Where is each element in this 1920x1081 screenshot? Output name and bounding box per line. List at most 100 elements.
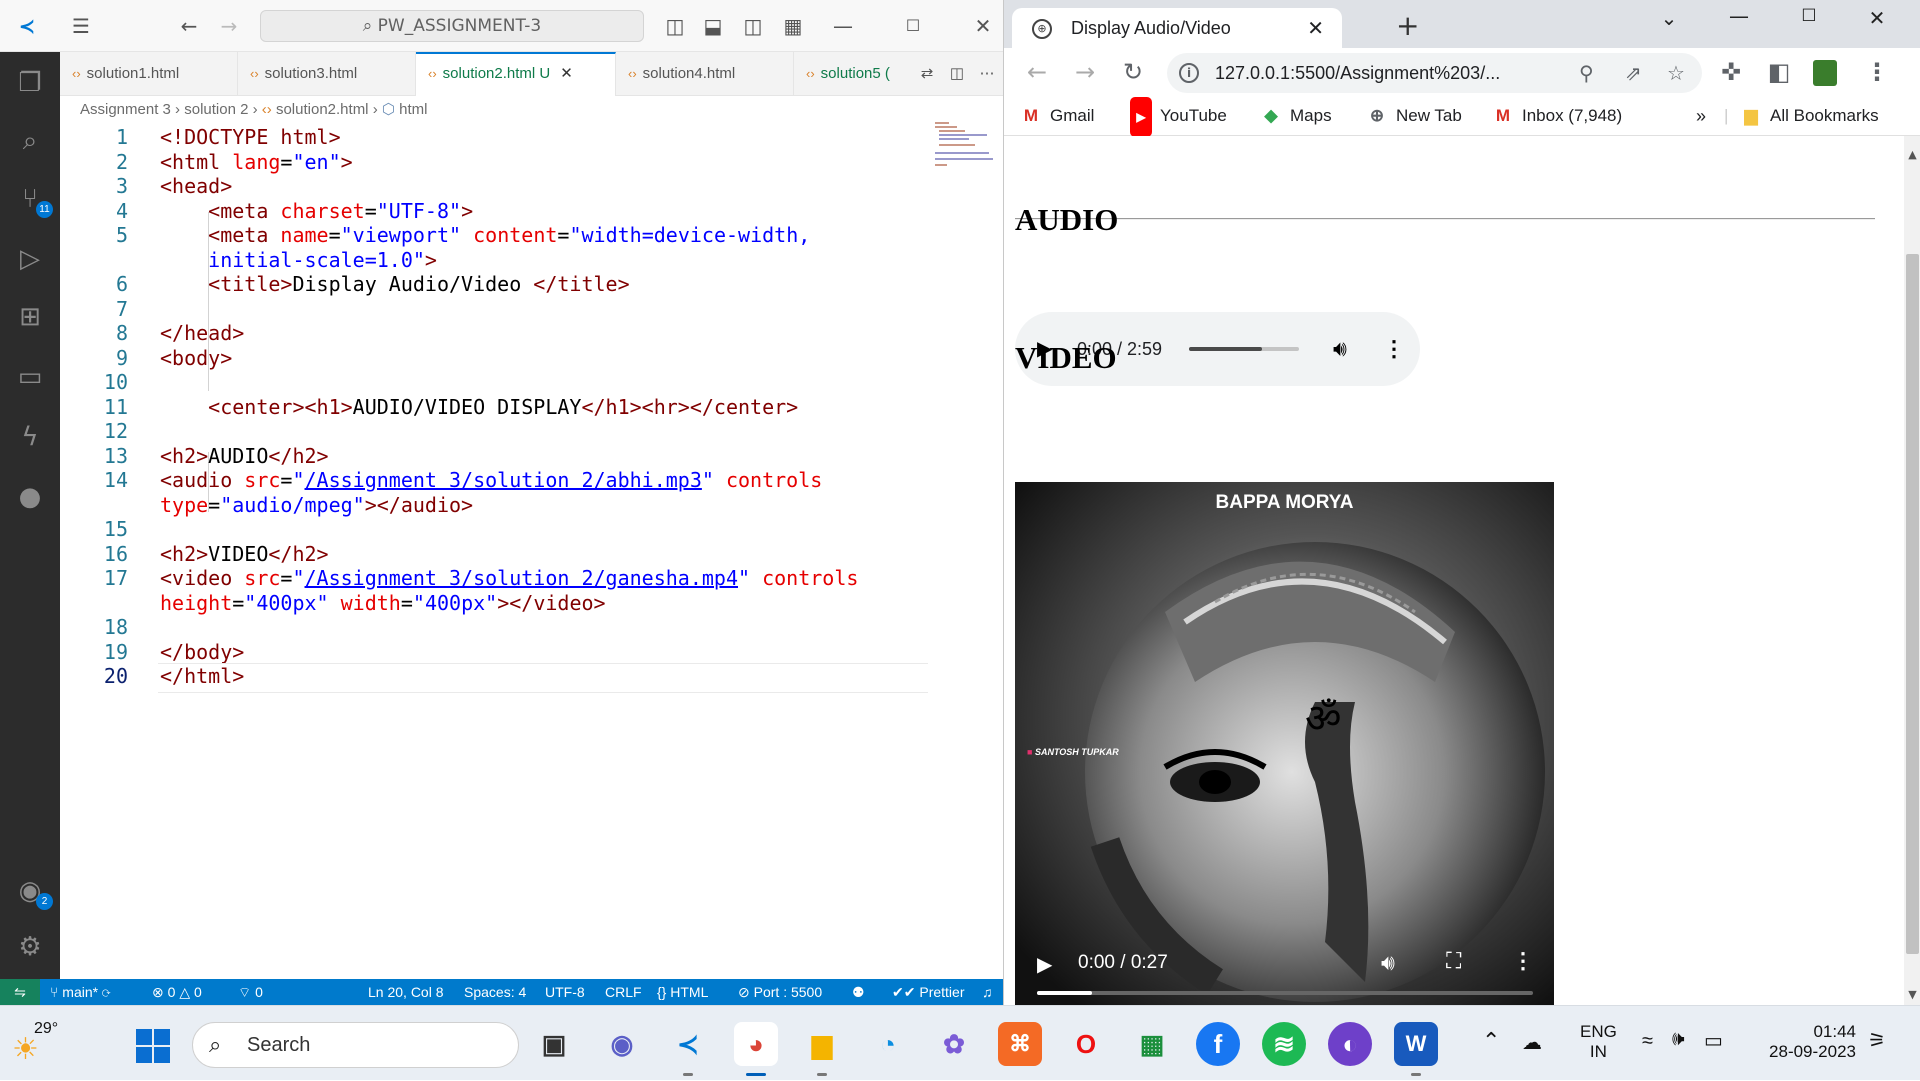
minimize-icon[interactable]: — (830, 13, 856, 39)
menu-icon[interactable]: ☰ (68, 13, 94, 39)
all-bookmarks-folder[interactable]: ▆ All Bookmarks (1740, 96, 1878, 136)
new-tab-button[interactable]: + (1396, 12, 1419, 40)
battery-icon[interactable]: ▭ (1704, 1028, 1723, 1053)
onedrive-cloud-icon[interactable]: ☁ (1522, 1030, 1542, 1055)
fullscreen-icon[interactable]: ⛶ (1446, 948, 1461, 974)
branch-indicator[interactable]: ⑂ main* ⟳ (50, 979, 110, 1005)
vscode-taskbar-icon[interactable]: ≺ (666, 1022, 710, 1076)
breadcrumb-subfolder[interactable]: solution 2 (184, 101, 248, 118)
word-icon[interactable]: W (1394, 1022, 1438, 1076)
problems-indicator[interactable]: ⊗ 0 △ 0 (152, 979, 202, 1005)
browser-tab[interactable]: ⊕ Display Audio/Video ✕ (1012, 8, 1342, 48)
reload-icon[interactable]: ↻ (1118, 48, 1148, 96)
close-tab-icon[interactable]: ✕ (560, 65, 573, 82)
ports-indicator[interactable]: ⌔ 0 (238, 979, 263, 1005)
more-options-icon[interactable]: ⋮ (1383, 312, 1405, 386)
split-editor-icon[interactable]: ◫ (942, 52, 972, 96)
chrome-taskbar-icon[interactable]: ◕ (734, 1022, 778, 1076)
teams-chat-icon[interactable]: ◉ (600, 1022, 644, 1066)
maximize-icon[interactable]: ☐ (1794, 6, 1824, 26)
show-hidden-icons-chevron-icon[interactable]: ⌃ (1482, 1028, 1500, 1054)
bookmark-youtube[interactable]: ▶ YouTube (1130, 96, 1227, 137)
video-more-options-icon[interactable]: ⋮ (1512, 948, 1534, 974)
address-bar[interactable]: i 127.0.0.1:5500/Assignment%203/... ⚲ ⇗ … (1167, 53, 1702, 93)
breadcrumb-file[interactable]: solution2.html (276, 101, 369, 118)
side-panel-icon[interactable]: ◧ (1764, 48, 1794, 96)
microsoft-store-icon[interactable]: ▦ (1130, 1022, 1174, 1066)
encoding[interactable]: UTF-8 (545, 979, 585, 1005)
taskbar-search[interactable]: ⌕ Search (192, 1022, 519, 1068)
extensions-icon[interactable]: ⊞ (13, 300, 47, 334)
breadcrumb-folder[interactable]: Assignment 3 (80, 101, 171, 118)
prettier-indicator[interactable]: ✔✔ Prettier (892, 979, 964, 1005)
site-info-icon[interactable]: i (1179, 63, 1199, 83)
manage-gear-icon[interactable]: ⚙ (13, 930, 47, 964)
close-tab-icon[interactable]: ✕ (1307, 8, 1324, 48)
back-arrow-icon[interactable]: ← (176, 13, 202, 39)
bookmark-inbox[interactable]: M Inbox (7,948) (1492, 96, 1622, 136)
task-view-icon[interactable]: ▣ (532, 1022, 576, 1066)
scrollbar-thumb[interactable] (1906, 254, 1919, 954)
tab-search-chevron-icon[interactable]: ⌄ (1654, 6, 1684, 30)
customize-layout-icon[interactable]: ▦ (780, 13, 806, 39)
video-player[interactable]: ॐ BAPPA MORYA ■ SANTOSH TUPKAR ▶ 0:00 / … (1015, 482, 1554, 1005)
video-volume-icon[interactable]: 🔊︎ (1381, 950, 1395, 976)
edge-icon[interactable]: ◔ (866, 1022, 910, 1066)
bookmark-star-icon[interactable]: ☆ (1667, 53, 1685, 93)
cursor-position[interactable]: Ln 20, Col 8 (368, 979, 444, 1005)
explorer-icon[interactable]: ❐ (13, 66, 47, 100)
more-actions-icon[interactable]: ⋯ (972, 52, 1002, 96)
end-of-line[interactable]: CRLF (605, 979, 642, 1005)
close-window-icon[interactable]: ✕ (970, 13, 996, 39)
forward-arrow-icon[interactable]: → (216, 13, 242, 39)
source-control-icon[interactable]: ⑂ 11 (13, 182, 53, 218)
remote-explorer-icon[interactable]: ▭ (13, 360, 47, 394)
bookmarks-overflow[interactable]: » (1696, 96, 1706, 136)
copilot-icon[interactable]: ⚉ (852, 979, 865, 1005)
weather-widget[interactable]: ☀ 29° (12, 1018, 72, 1068)
tab-solution5[interactable]: ‹› solution5 ( (794, 52, 924, 96)
facebook-icon[interactable]: f (1196, 1022, 1240, 1066)
forward-arrow-icon[interactable]: → (1070, 48, 1100, 96)
indentation[interactable]: Spaces: 4 (464, 979, 526, 1005)
video-play-icon[interactable]: ▶ (1037, 952, 1052, 977)
copilot-app-icon[interactable]: ✿ (932, 1022, 976, 1066)
language-mode[interactable]: {} HTML (657, 979, 708, 1005)
scroll-up-arrow-icon[interactable]: ▲ (1904, 148, 1920, 161)
notifications-bell-icon[interactable]: ♫ (982, 979, 993, 1005)
page-scrollbar[interactable]: ▲ ▼ (1904, 136, 1920, 1005)
github-desktop-icon[interactable]: ◐ (1328, 1022, 1372, 1066)
language-indicator[interactable]: ENG IN (1580, 1022, 1617, 1062)
extensions-puzzle-icon[interactable]: ✜ (1716, 48, 1746, 96)
accounts-icon[interactable]: ◉ 2 (13, 874, 53, 910)
start-button[interactable] (136, 1029, 170, 1063)
toggle-panel-icon[interactable]: ⬓ (700, 13, 726, 39)
wifi-icon[interactable]: ≈ (1642, 1030, 1653, 1053)
breadcrumb-symbol[interactable]: html (399, 101, 427, 118)
minimize-icon[interactable]: — (1724, 4, 1754, 28)
bookmark-gmail[interactable]: M Gmail (1020, 96, 1095, 136)
tab-solution3[interactable]: ‹› solution3.html (238, 52, 416, 96)
share-icon[interactable]: ⇗ (1625, 53, 1642, 93)
clock[interactable]: 01:44 28-09-2023 (1760, 1022, 1856, 1062)
code-editor[interactable]: 1 <!DOCTYPE html> 2 <html lang="en"> 3 <head>… (60, 122, 1003, 979)
bookmark-maps[interactable]: ◆ Maps (1260, 96, 1331, 136)
back-arrow-icon[interactable]: ← (1022, 48, 1052, 96)
speaker-icon[interactable]: 🕪︎ (1672, 1028, 1685, 1051)
notifications-icon[interactable]: ⚞ (1868, 1028, 1886, 1053)
run-debug-icon[interactable]: ▷ (13, 242, 47, 276)
opera-icon[interactable]: O (1064, 1022, 1108, 1066)
search-icon[interactable]: ⌕ (13, 124, 47, 158)
postman-icon[interactable]: ⌘ (998, 1022, 1042, 1066)
command-center-search[interactable]: ⌕ PW_ASSIGNMENT-3 (260, 10, 644, 42)
profile-avatar-icon[interactable] (1810, 48, 1840, 96)
scroll-down-arrow-icon[interactable]: ▼ (1904, 988, 1920, 1001)
chrome-menu-icon[interactable]: ⋮ (1862, 48, 1892, 96)
minimap[interactable] (935, 122, 995, 170)
zoom-icon[interactable]: ⚲ (1579, 53, 1594, 93)
thunder-client-icon[interactable]: ϟ (13, 420, 47, 454)
audio-volume-slider[interactable] (1189, 347, 1299, 351)
live-server-port[interactable]: ⊘ Port : 5500 (738, 979, 822, 1005)
tab-solution1[interactable]: ‹› solution1.html (60, 52, 238, 96)
spotify-icon[interactable]: ≋ (1262, 1022, 1306, 1066)
